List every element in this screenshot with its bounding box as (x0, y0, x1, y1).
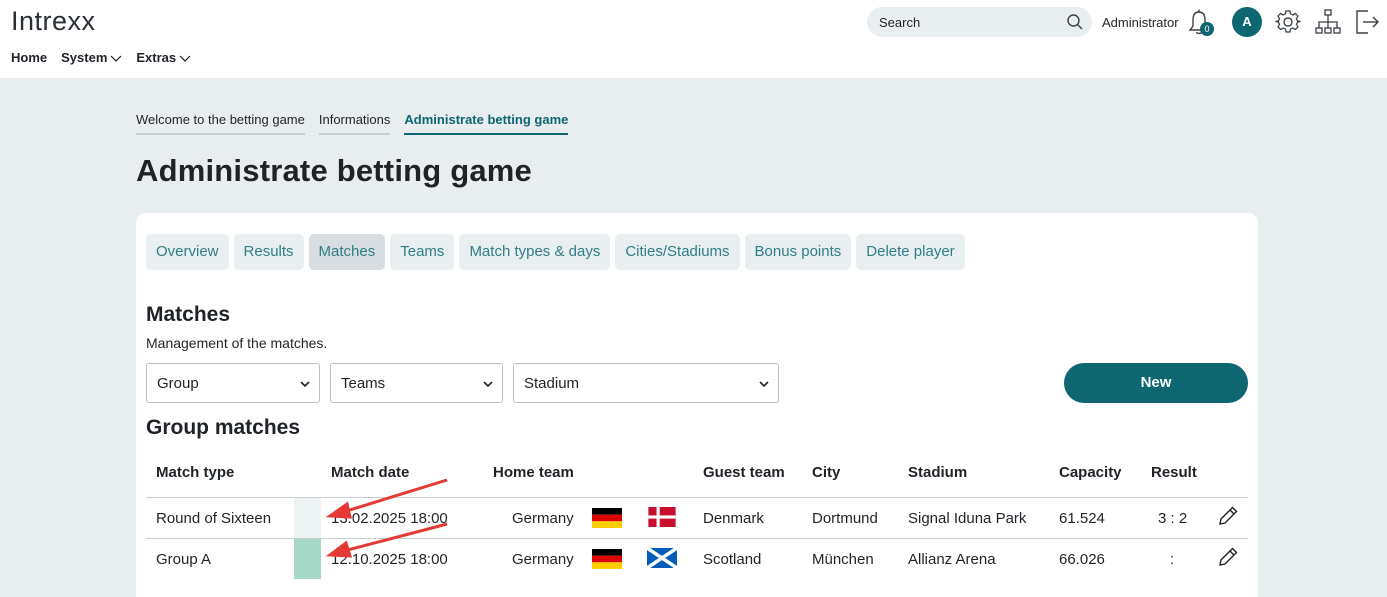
top-bar: Intrexx Home System Extras Administrator… (0, 0, 1387, 78)
tab-results[interactable]: Results (233, 234, 304, 270)
nav-system[interactable]: System (61, 50, 122, 65)
column-header-match-date[interactable]: Match date (331, 464, 409, 481)
nav-system-label: System (61, 50, 108, 65)
teams-filter-select[interactable]: Teams (330, 363, 503, 403)
stadium-filter-select[interactable]: Stadium (513, 363, 779, 403)
column-header-result[interactable]: Result (1151, 464, 1197, 481)
tab-teams[interactable]: Teams (390, 234, 455, 270)
sitemap-icon[interactable] (1315, 9, 1341, 35)
search-icon[interactable] (1066, 13, 1084, 31)
breadcrumb: Welcome to the betting game Informations… (136, 112, 569, 135)
subtabs: Overview Results Matches Teams Match typ… (146, 234, 965, 270)
match-type-cell: Group A (156, 551, 212, 568)
chevron-down-icon (759, 381, 769, 388)
city-cell: München (812, 551, 874, 568)
group-filter-value: Group (157, 374, 199, 392)
nav-home-label: Home (11, 50, 48, 65)
tab-delete-player[interactable]: Delete player (856, 234, 965, 270)
search-input[interactable] (879, 14, 1059, 30)
match-date-cell: 12.10.2025 18:00 (331, 551, 448, 568)
column-header-home-team[interactable]: Home team (493, 464, 574, 481)
breadcrumb-administrate[interactable]: Administrate betting game (404, 112, 569, 135)
capacity-cell: 66.026 (1059, 551, 1105, 568)
chevron-down-icon (110, 55, 122, 62)
notification-badge: 0 (1200, 22, 1214, 36)
germany-flag-icon (592, 549, 622, 569)
guest-team-cell: Scotland (703, 551, 762, 568)
column-header-capacity[interactable]: Capacity (1059, 464, 1122, 481)
logo[interactable]: Intrexx (11, 6, 96, 37)
capacity-cell: 61.524 (1059, 510, 1105, 527)
chevron-down-icon (179, 55, 191, 62)
section-description: Management of the matches. (146, 335, 328, 351)
stadium-filter-value: Stadium (524, 374, 580, 392)
result-cell: 3 : 2 (1158, 510, 1188, 527)
teams-filter-value: Teams (341, 374, 386, 392)
logout-icon[interactable] (1354, 9, 1380, 35)
group-filter-select[interactable]: Group (146, 363, 320, 403)
tab-cities-stadiums[interactable]: Cities/Stadiums (615, 234, 740, 270)
home-team-cell: Germany (512, 551, 574, 568)
nav-extras-label: Extras (136, 50, 177, 65)
match-date-cell: 13.02.2025 18:00 (331, 510, 448, 527)
section-title: Matches (146, 303, 231, 326)
guest-team-cell: Denmark (703, 510, 764, 527)
breadcrumb-welcome[interactable]: Welcome to the betting game (136, 112, 305, 135)
chevron-down-icon (300, 381, 310, 388)
chevron-down-icon (483, 381, 493, 388)
denmark-flag-icon (648, 507, 676, 527)
avatar[interactable]: A (1232, 7, 1262, 37)
nav-home[interactable]: Home (11, 50, 47, 65)
column-header-match-type[interactable]: Match type (156, 464, 234, 481)
page-title: Administrate betting game (136, 153, 532, 188)
stadium-cell: Allianz Arena (908, 551, 996, 568)
pencil-icon[interactable] (1217, 505, 1239, 527)
column-header-city[interactable]: City (812, 464, 840, 481)
group-color-cell (294, 498, 321, 538)
tab-matches[interactable]: Matches (308, 234, 386, 270)
scotland-flag-icon (647, 548, 677, 568)
stadium-cell: Signal Iduna Park (908, 510, 1027, 527)
match-type-cell: Round of Sixteen (156, 510, 272, 527)
nav-extras[interactable]: Extras (136, 50, 191, 65)
result-cell: : (1170, 551, 1175, 568)
search-box (867, 7, 1092, 37)
group-matches-title: Group matches (146, 416, 301, 439)
pencil-icon[interactable] (1217, 546, 1239, 568)
column-header-guest-team[interactable]: Guest team (703, 464, 785, 481)
new-button[interactable]: New (1064, 363, 1248, 403)
germany-flag-icon (592, 508, 622, 528)
tab-overview[interactable]: Overview (146, 234, 229, 270)
home-team-cell: Germany (512, 510, 574, 527)
tab-bonus-points[interactable]: Bonus points (744, 234, 852, 270)
column-header-stadium[interactable]: Stadium (908, 464, 967, 481)
gear-icon[interactable] (1275, 9, 1301, 35)
breadcrumb-informations[interactable]: Informations (318, 112, 391, 135)
user-name[interactable]: Administrator (1102, 15, 1179, 30)
group-color-cell (294, 539, 321, 579)
tab-match-types[interactable]: Match types & days (459, 234, 611, 270)
main-nav: Home System Extras (11, 50, 205, 65)
content-card: Overview Results Matches Teams Match typ… (136, 213, 1258, 597)
city-cell: Dortmund (812, 510, 878, 527)
